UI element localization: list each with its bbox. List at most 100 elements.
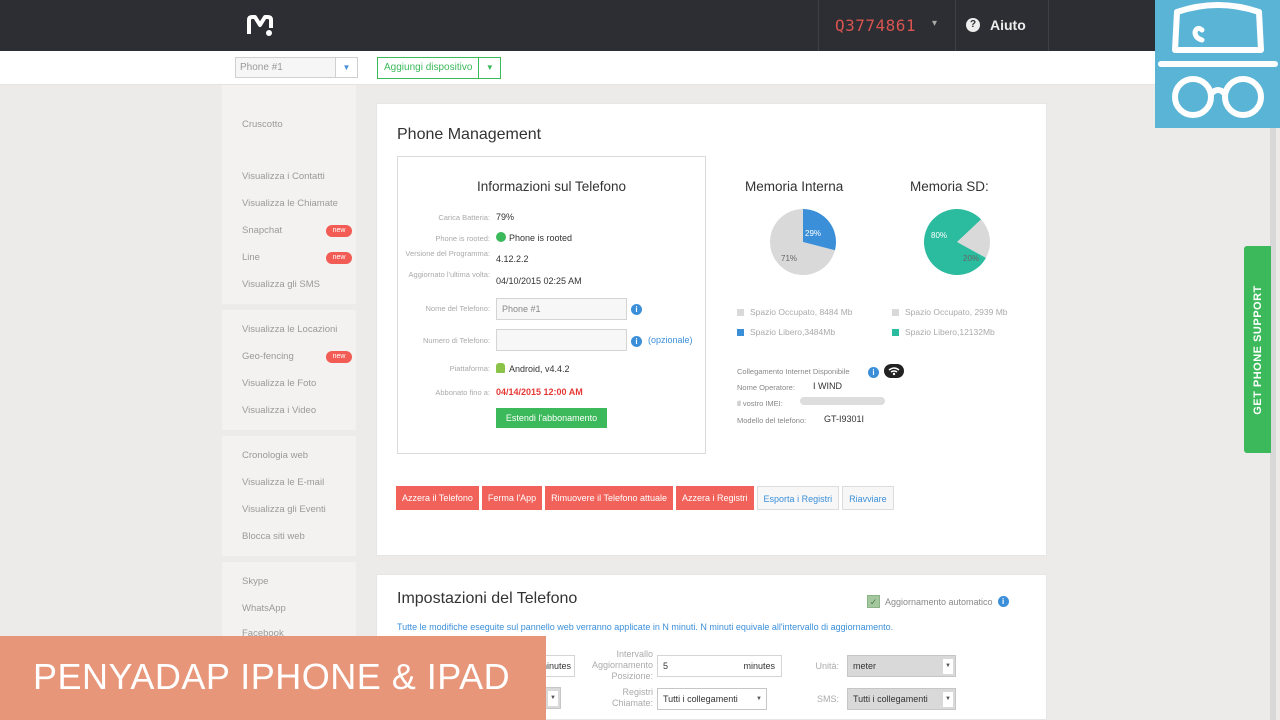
- sidebar-item-skype[interactable]: Skype: [222, 568, 356, 595]
- new-badge: new: [326, 225, 352, 237]
- remove-phone-button[interactable]: Rimuovere il Telefono attuale: [545, 486, 674, 510]
- chevron-down-icon[interactable]: ▼: [335, 58, 357, 77]
- sidebar-item-snapchat[interactable]: Snapchat new: [222, 217, 356, 244]
- sidebar-item-emails[interactable]: Visualizza le E-mail: [222, 469, 356, 496]
- chevron-down-icon[interactable]: ▼: [548, 691, 558, 706]
- sidebar-item-geofencing[interactable]: Geo-fencing new: [222, 343, 356, 370]
- mspy-logo-icon[interactable]: [247, 14, 273, 38]
- page-title: Phone Management: [397, 126, 542, 143]
- account-id-menu[interactable]: Q3774861: [835, 16, 916, 35]
- stop-app-button[interactable]: Ferma l'App: [481, 486, 543, 510]
- sidebar-item-web-history[interactable]: Cronologia web: [222, 442, 356, 469]
- separator: [955, 0, 956, 51]
- subscription-label: Abbonato fino a:: [435, 388, 490, 397]
- units-select[interactable]: meter ▼: [847, 655, 956, 677]
- phone-number-label: Numero di Telefono:: [423, 336, 490, 345]
- version-label: Versione del Programma:: [405, 249, 490, 258]
- sms-value: Tutti i collegamenti: [853, 694, 928, 704]
- help-label: Aiuto: [990, 17, 1026, 33]
- sidebar-item-photos[interactable]: Visualizza le Foto: [222, 370, 356, 397]
- chevron-down-icon[interactable]: ▼: [478, 58, 500, 78]
- info-icon[interactable]: i: [997, 596, 1009, 607]
- extend-subscription-button[interactable]: Estendi l'abbonamento: [496, 408, 607, 428]
- sidebar-item-label: WhatsApp: [242, 603, 286, 614]
- update-interval-input[interactable]: minutes: [539, 655, 575, 677]
- phone-info-title: Informazioni sul Telefono: [476, 179, 627, 194]
- phone-select-dropdown[interactable]: Phone #1 ▼: [235, 57, 358, 78]
- sidebar-item-label: Visualizza le Foto: [242, 378, 317, 389]
- chevron-down-icon[interactable]: ▾: [932, 18, 937, 29]
- battery-label: Carica Batteria:: [438, 213, 490, 222]
- legend-item: Spazio Occupato, 2939 Mb: [892, 307, 1008, 317]
- sidebar-item-sms[interactable]: Visualizza gli SMS: [222, 271, 356, 298]
- model-value: GT-I9301I: [824, 414, 865, 424]
- sidebar-item-locations[interactable]: Visualizza le Locazioni: [222, 316, 356, 343]
- battery-value: 79%: [496, 212, 515, 222]
- add-device-label[interactable]: Aggiungi dispositivo: [378, 58, 478, 78]
- sidebar-item-label: Visualizza i Video: [242, 405, 317, 416]
- sidebar-item-dashboard[interactable]: Cruscotto: [222, 111, 356, 163]
- sidebar-item-events[interactable]: Visualizza gli Eventi: [222, 496, 356, 523]
- sidebar-item-label: Visualizza gli Eventi: [242, 504, 326, 515]
- legend-label: Spazio Libero,12132Mb: [905, 327, 995, 337]
- info-icon[interactable]: i: [868, 367, 879, 378]
- wifi-icon: [884, 364, 904, 378]
- sidebar-item-calls[interactable]: Visualizza le Chiamate: [222, 190, 356, 217]
- sidebar: Cruscotto Visualizza i Contatti Visualiz…: [222, 85, 356, 720]
- phone-number-input[interactable]: [496, 329, 627, 351]
- sidebar-group: Visualizza le Locazioni Geo-fencing new V…: [222, 310, 356, 436]
- version-value: 4.12.2.2: [496, 254, 529, 264]
- position-interval-input[interactable]: 5 minutes: [657, 655, 782, 677]
- settings-title: Impostazioni del Telefono: [397, 590, 578, 607]
- sidebar-item-videos[interactable]: Visualizza i Video: [222, 397, 356, 424]
- platform: Android, v4.4.2: [496, 363, 570, 374]
- export-logs-button[interactable]: Esporta i Registri: [756, 486, 840, 510]
- pie-label-used: 71%: [781, 254, 797, 263]
- optional-link[interactable]: (opzionale): [648, 335, 693, 345]
- sd-memory-pie-chart: 80% 20%: [924, 209, 990, 275]
- subscription-value: 04/14/2015 12:00 AM: [496, 387, 583, 397]
- phone-name-label: Nome del Telefono:: [425, 304, 491, 313]
- position-interval-label: Intervallo Aggiornamento Posizione:: [591, 649, 653, 681]
- sms-select[interactable]: Tutti i collegamenti ▼: [847, 688, 956, 710]
- phone-select-value: Phone #1: [240, 62, 283, 73]
- sidebar-item-whatsapp[interactable]: WhatsApp: [222, 595, 356, 622]
- checkbox-checked[interactable]: ✓: [867, 595, 880, 608]
- units-label: Unità:: [815, 661, 839, 671]
- banner-text: PENYADAP IPHONE & IPAD: [33, 656, 511, 697]
- sd-memory-title: Memoria SD:: [910, 179, 989, 194]
- pie-label-free: 29%: [805, 229, 821, 238]
- legend-label: Spazio Occupato, 8484 Mb: [750, 307, 853, 317]
- position-interval-value: 5: [663, 661, 669, 671]
- info-icon[interactable]: i: [631, 336, 642, 347]
- sidebar-item-line[interactable]: Line new: [222, 244, 356, 271]
- sidebar-item-contacts[interactable]: Visualizza i Contatti: [222, 163, 356, 190]
- sidebar-item-label: Blocca siti web: [242, 531, 305, 542]
- restart-button[interactable]: Riavviare: [842, 486, 894, 510]
- chevron-down-icon[interactable]: ▼: [943, 659, 953, 674]
- units-value: meter: [853, 661, 877, 671]
- internet-connection-label: Collegamento Internet Disponibile: [737, 367, 850, 376]
- sidebar-item-block-websites[interactable]: Blocca siti web: [222, 523, 356, 550]
- legend-swatch: [737, 328, 744, 336]
- legend-label: Spazio Libero,3484Mb: [750, 327, 836, 337]
- add-device-button[interactable]: Aggiungi dispositivo ▼: [377, 57, 502, 79]
- sidebar-item-label: Visualizza le Chiamate: [242, 198, 338, 209]
- help-button[interactable]: ? Aiuto: [966, 17, 1026, 33]
- device-toolbar: Phone #1 ▼ Aggiungi dispositivo ▼: [0, 51, 1280, 85]
- reset-phone-button[interactable]: Azzera il Telefono: [396, 486, 479, 510]
- legend-item: Spazio Libero,3484Mb: [737, 327, 835, 337]
- imei-value-redacted: [800, 397, 885, 405]
- phone-support-label-wrap[interactable]: GET PHONE SUPPORT: [1244, 246, 1271, 453]
- phone-info-panel: Informazioni sul Telefono Carica Batteri…: [397, 156, 706, 454]
- sidebar-item-label: Skype: [242, 576, 269, 587]
- rooted-status: Phone is rooted: [496, 232, 572, 243]
- phone-name-input[interactable]: [496, 298, 627, 320]
- calls-log-select[interactable]: Tutti i collegamenti ▼: [657, 688, 767, 710]
- clear-logs-button[interactable]: Azzera i Registri: [676, 486, 754, 510]
- chevron-down-icon[interactable]: ▼: [754, 692, 764, 707]
- info-icon[interactable]: i: [631, 304, 642, 315]
- auto-update-toggle[interactable]: ✓ Aggiornamento automatico i: [867, 595, 1009, 608]
- chevron-down-icon[interactable]: ▼: [943, 692, 953, 707]
- internal-memory-title: Memoria Interna: [745, 179, 844, 194]
